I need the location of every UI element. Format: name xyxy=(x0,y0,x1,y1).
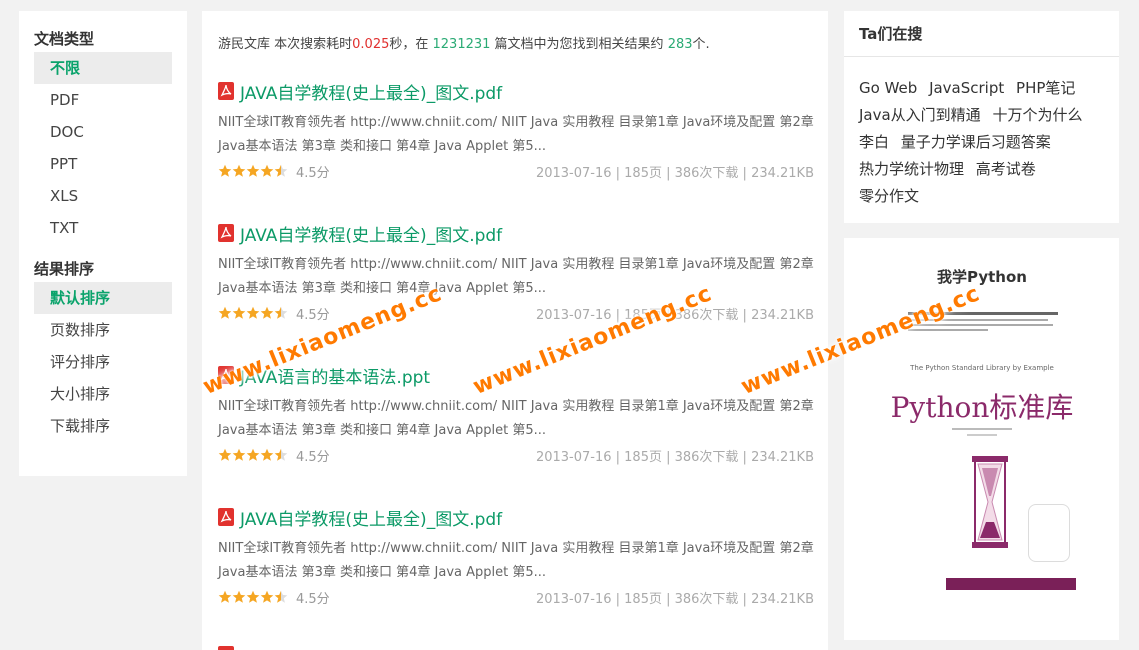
star-icon xyxy=(246,164,260,177)
filter-doc-type-doc[interactable]: DOC xyxy=(34,116,172,148)
result-meta: 2013-07-16 | 185页 | 386次下载 | 234.21KB xyxy=(535,591,814,607)
star-icon xyxy=(232,306,246,319)
hot-tag[interactable]: 热力学统计物理 xyxy=(859,160,964,178)
star-icon xyxy=(218,590,232,603)
hot-tag[interactable]: 李白 xyxy=(859,133,889,151)
filter-doc-type-pdf[interactable]: PDF xyxy=(34,84,172,116)
star-rating xyxy=(218,448,288,462)
hot-search-tags: Go Web JavaScript PHP笔记 Java从入门到精通 十万个为什… xyxy=(844,57,1119,210)
star-icon xyxy=(274,448,288,461)
star-rating xyxy=(218,306,288,320)
summary-text-4: 个. xyxy=(692,37,710,52)
results-panel: 游民文库 本次搜索耗时0.025秒，在 1231231 篇文档中为您找到相关结果… xyxy=(202,11,828,650)
rating-text: 4.5分 xyxy=(296,165,330,181)
star-icon xyxy=(274,590,288,603)
sort-title: 结果排序 xyxy=(34,260,95,278)
book-cover[interactable]: 我学Python The Python Standard Library by … xyxy=(878,246,1086,598)
star-icon xyxy=(218,306,232,319)
pdf-icon xyxy=(218,508,234,526)
pdf-icon xyxy=(218,82,234,100)
result-title-link[interactable]: JAVA自学教程(史上最全)_图文.pdf xyxy=(240,79,502,104)
hot-search-panel: Ta们在搜 Go Web JavaScript PHP笔记 Java从入门到精通… xyxy=(844,11,1119,223)
book-main-title: Python标准库 xyxy=(890,391,1074,424)
sort-filter: 结果排序 默认排序 页数排序 评分排序 大小排序 下载排序 xyxy=(19,256,187,442)
star-icon xyxy=(260,164,274,177)
rating-text: 4.5分 xyxy=(296,591,330,607)
filter-doc-type-ppt[interactable]: PPT xyxy=(34,148,172,180)
star-icon xyxy=(260,448,274,461)
result-title-link[interactable]: JAVA自学教程(史上最全)_图文.pdf xyxy=(240,221,502,246)
publisher-bar xyxy=(946,578,1076,590)
hot-search-title: Ta们在搜 xyxy=(844,11,1119,57)
star-rating xyxy=(218,164,288,178)
hot-tag[interactable]: Go Web xyxy=(859,79,917,97)
filter-doc-type-all[interactable]: 不限 xyxy=(34,52,172,84)
star-icon xyxy=(246,448,260,461)
pdf-icon xyxy=(218,224,234,242)
hot-tag[interactable]: 零分作文 xyxy=(859,187,919,205)
filter-doc-type-xls[interactable]: XLS xyxy=(34,180,172,212)
hot-tag[interactable]: Java从入门到精通 xyxy=(859,106,981,124)
sort-pages[interactable]: 页数排序 xyxy=(34,314,172,346)
rating: 4.5分 xyxy=(218,446,330,465)
search-time: 0.025 xyxy=(352,37,390,52)
result-title-link[interactable]: JAVA自学教程(史上最全)_图文.pdf xyxy=(240,505,502,530)
filter-panel: 文档类型 不限 PDF DOC PPT XLS TXT 结果排序 默认排序 页数… xyxy=(19,11,187,476)
result-meta: 2013-07-16 | 185页 | 386次下载 | 234.21KB xyxy=(535,165,814,181)
rating-text: 4.5分 xyxy=(296,449,330,465)
sort-default[interactable]: 默认排序 xyxy=(34,282,172,314)
search-summary: 游民文库 本次搜索耗时0.025秒，在 1231231 篇文档中为您找到相关结果… xyxy=(218,11,814,57)
filter-doc-type-txt[interactable]: TXT xyxy=(34,212,172,244)
star-icon xyxy=(260,306,274,319)
result-meta: 2013-07-16 | 185页 | 386次下载 | 234.21KB xyxy=(535,449,814,465)
result-item: JAVA自学教程(史上最全)_图文.pdf NIIT全球IT教育领先者 http… xyxy=(218,505,814,625)
book-authors xyxy=(878,428,1086,436)
hot-tag[interactable]: 十万个为什么 xyxy=(992,106,1082,124)
hot-tag[interactable]: PHP笔记 xyxy=(1016,79,1075,97)
star-icon xyxy=(218,164,232,177)
stamp-mark xyxy=(1028,504,1070,562)
hourglass-icon xyxy=(972,456,1008,548)
star-icon xyxy=(218,448,232,461)
hot-tag[interactable]: 量子力学课后习题答案 xyxy=(901,133,1051,151)
star-icon xyxy=(246,306,260,319)
book-subtitle: The Python Standard Library by Example xyxy=(910,364,1054,372)
hot-tag[interactable]: 高考试卷 xyxy=(976,160,1036,178)
sort-rating[interactable]: 评分排序 xyxy=(34,346,172,378)
star-icon xyxy=(246,590,260,603)
rating: 4.5分 xyxy=(218,588,330,607)
pdf-icon xyxy=(218,646,234,650)
result-description: NIIT全球IT教育领先者 http://www.chniit.com/ NII… xyxy=(218,257,814,296)
star-icon xyxy=(260,590,274,603)
summary-text-2: 秒，在 xyxy=(389,37,433,52)
site-name: 游民文库 xyxy=(218,37,271,52)
hot-tag[interactable]: JavaScript xyxy=(929,79,1004,97)
result-description: NIIT全球IT教育领先者 http://www.chniit.com/ NII… xyxy=(218,115,814,154)
sort-downloads[interactable]: 下载排序 xyxy=(34,410,172,442)
star-rating xyxy=(218,590,288,604)
star-icon xyxy=(274,306,288,319)
doc-type-title: 文档类型 xyxy=(34,30,95,48)
star-icon xyxy=(232,164,246,177)
rating: 4.5分 xyxy=(218,162,330,181)
rating-text: 4.5分 xyxy=(296,307,330,323)
result-item: JAVA自学教程(史上最全)_图文.pdf NIIT全球IT教育领先者 http… xyxy=(218,79,814,199)
doc-count: 1231231 xyxy=(432,37,491,52)
summary-text-1: 本次搜索耗时 xyxy=(270,37,353,52)
star-icon xyxy=(274,164,288,177)
result-item: JAVA自学教程(史上最全)_图文.pdf NIIT全球IT教育领先者 http… xyxy=(218,221,814,341)
book-title: 我学Python xyxy=(937,268,1027,286)
doc-type-filter: 文档类型 不限 PDF DOC PPT XLS TXT xyxy=(19,26,187,244)
result-description: NIIT全球IT教育领先者 http://www.chniit.com/ NII… xyxy=(218,399,814,438)
summary-text-3: 篇文档中为您找到相关结果约 xyxy=(490,37,668,52)
star-icon xyxy=(232,448,246,461)
result-item-partial xyxy=(218,643,814,650)
sort-size[interactable]: 大小排序 xyxy=(34,378,172,410)
result-description: NIIT全球IT教育领先者 http://www.chniit.com/ NII… xyxy=(218,541,814,580)
result-count: 283 xyxy=(667,37,693,52)
star-icon xyxy=(232,590,246,603)
rating: 4.5分 xyxy=(218,304,330,323)
